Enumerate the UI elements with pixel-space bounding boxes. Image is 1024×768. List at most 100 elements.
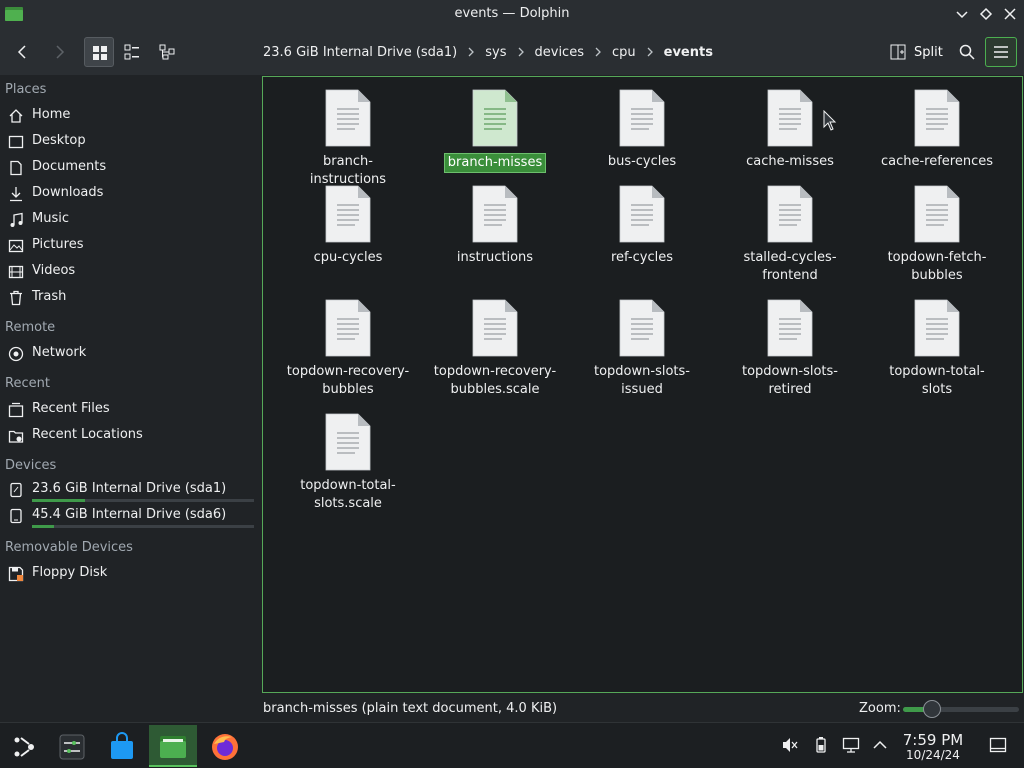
task-discover[interactable]: [98, 725, 146, 767]
text-file-icon: [472, 89, 518, 147]
minimize-icon[interactable]: [954, 6, 970, 22]
clock-date: 10/24/24: [906, 748, 960, 762]
maximize-icon[interactable]: [978, 6, 994, 22]
text-file-icon: [767, 185, 813, 243]
file-name: ref-cycles: [611, 250, 673, 265]
file-item[interactable]: cache-references: [872, 89, 1002, 171]
network-icon: [8, 346, 24, 362]
sidebar-item-label: Home: [32, 107, 71, 122]
breadcrumb-devices[interactable]: devices: [528, 45, 591, 60]
zoom-label: Zoom:: [859, 701, 901, 716]
file-item[interactable]: topdown-slots-issued: [577, 299, 707, 399]
settings-sliders-icon: [59, 734, 85, 760]
sidebar-item-drive-sda6[interactable]: 45.4 GiB Internal Drive (sda6): [0, 503, 258, 529]
section-title-remote: Remote: [5, 320, 56, 335]
task-dolphin[interactable]: [149, 725, 197, 767]
sidebar-item-drive-sda1[interactable]: 23.6 GiB Internal Drive (sda1): [0, 477, 258, 503]
file-item[interactable]: stalled-cycles-frontend: [725, 185, 855, 285]
breadcrumb-sys[interactable]: sys: [478, 45, 513, 60]
zoom-slider[interactable]: [903, 707, 1019, 712]
file-item[interactable]: cpu-cycles: [283, 185, 413, 267]
split-button[interactable]: Split: [884, 37, 948, 67]
floppy-disk-icon: [8, 566, 24, 582]
mouse-cursor-icon: [823, 110, 837, 131]
text-file-icon: [619, 185, 665, 243]
sidebar-item-label: Downloads: [32, 185, 104, 200]
compact-view-button[interactable]: [117, 37, 147, 67]
hamburger-menu-button[interactable]: [985, 37, 1017, 67]
show-desktop-icon[interactable]: [989, 736, 1007, 754]
chevron-up-icon[interactable]: [871, 736, 889, 754]
text-file-icon: [767, 89, 813, 147]
folder-icon: [160, 736, 186, 758]
sidebar-item-recent-locations[interactable]: Recent Locations: [0, 423, 258, 449]
sidebar-item-music[interactable]: Music: [0, 207, 258, 233]
file-item[interactable]: topdown-recovery-bubbles: [283, 299, 413, 399]
clock-time: 7:59 PM: [902, 731, 964, 749]
section-title-devices: Devices: [5, 458, 57, 473]
text-file-icon: [914, 89, 960, 147]
text-file-icon: [325, 413, 371, 471]
sidebar-item-label: Desktop: [32, 133, 86, 148]
volume-muted-icon[interactable]: [781, 736, 799, 754]
breadcrumb-cpu[interactable]: cpu: [605, 45, 643, 60]
breadcrumb-events[interactable]: events: [657, 45, 720, 60]
application-launcher[interactable]: [0, 725, 48, 767]
file-name: instructions: [456, 250, 534, 265]
hamburger-menu-icon: [994, 46, 1008, 58]
file-item[interactable]: ref-cycles: [577, 185, 707, 267]
sidebar-item-documents[interactable]: Documents: [0, 155, 258, 181]
steamos-logo-icon: [14, 737, 34, 757]
sidebar-item-label: Trash: [32, 289, 67, 304]
music-note-icon: [10, 212, 23, 227]
text-file-icon: [619, 299, 665, 357]
arrow-right-icon: [56, 45, 65, 59]
home-icon: [9, 109, 23, 123]
icons-view-button[interactable]: [84, 37, 114, 67]
file-item[interactable]: topdown-total-slots.scale: [283, 413, 413, 513]
search-icon: [959, 44, 975, 60]
split-label: Split: [914, 44, 943, 60]
sidebar-item-recent-files[interactable]: Recent Files: [0, 397, 258, 423]
sidebar-item-network[interactable]: Network: [0, 341, 258, 367]
sidebar-item-trash[interactable]: Trash: [0, 285, 258, 311]
zoom-slider-handle[interactable]: [923, 700, 941, 718]
sidebar-item-floppy[interactable]: Floppy Disk: [0, 561, 258, 587]
file-view[interactable]: branch-instructions branch-misses bus-cycl…: [262, 76, 1023, 693]
file-item[interactable]: branch-instructions: [283, 89, 413, 189]
digital-clock[interactable]: 7:59 PM 10/24/24: [896, 732, 970, 762]
file-item[interactable]: topdown-slots-retired: [725, 299, 855, 399]
sidebar-item-pictures[interactable]: Pictures: [0, 233, 258, 259]
file-item[interactable]: topdown-recovery-bubbles.scale: [430, 299, 560, 399]
back-button[interactable]: [8, 37, 38, 67]
recent-files-icon: [8, 402, 24, 418]
file-item[interactable]: topdown-fetch-bubbles: [872, 185, 1002, 285]
details-view-button[interactable]: [152, 37, 182, 67]
firefox-icon: [212, 734, 238, 760]
breadcrumb-drive[interactable]: 23.6 GiB Internal Drive (sda1): [256, 45, 464, 60]
chevron-right-icon: [595, 47, 601, 57]
battery-icon[interactable]: [812, 736, 830, 754]
sidebar-item-videos[interactable]: Videos: [0, 259, 258, 285]
close-icon[interactable]: [1002, 6, 1018, 22]
task-system-settings[interactable]: [48, 725, 96, 767]
drive-icon: [10, 482, 22, 498]
task-firefox[interactable]: [201, 725, 249, 767]
forward-button[interactable]: [44, 37, 74, 67]
text-file-icon: [914, 185, 960, 243]
file-item[interactable]: topdown-total-slots: [872, 299, 1002, 399]
drive-icon: [10, 508, 22, 524]
recent-locations-icon: [8, 430, 24, 443]
file-item[interactable]: bus-cycles: [577, 89, 707, 171]
sidebar-item-downloads[interactable]: Downloads: [0, 181, 258, 207]
store-bag-icon: [111, 732, 133, 759]
network-wired-icon[interactable]: [842, 736, 860, 754]
file-item[interactable]: instructions: [430, 185, 560, 267]
file-name: topdown-recovery-bubbles: [286, 364, 410, 397]
search-button[interactable]: [952, 37, 982, 67]
file-name: topdown-total-slots.scale: [300, 478, 396, 511]
file-name: cache-references: [880, 154, 994, 169]
sidebar-item-desktop[interactable]: Desktop: [0, 129, 258, 155]
file-item[interactable]: branch-misses: [430, 89, 560, 173]
sidebar-item-home[interactable]: Home: [0, 103, 258, 129]
